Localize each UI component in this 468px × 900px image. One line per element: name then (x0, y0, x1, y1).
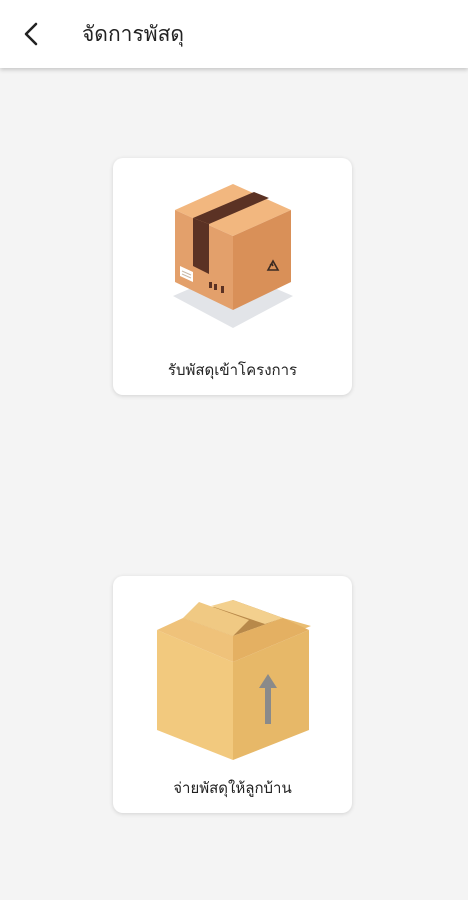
deliver-parcel-card[interactable]: จ่ายพัสดุให้ลูกบ้าน (113, 576, 352, 813)
receive-parcel-card[interactable]: รับพัสดุเข้าโครงการ (113, 158, 352, 395)
parcel-box-taped-icon (173, 184, 293, 328)
open-box-up-arrow-icon (157, 600, 311, 760)
receive-parcel-label: รับพัสดุเข้าโครงการ (167, 361, 298, 379)
chevron-left-icon (24, 22, 38, 46)
page-title: จัดการพัสดุ (82, 21, 185, 46)
app-bar: จัดการพัสดุ (0, 0, 468, 68)
deliver-parcel-label: จ่ายพัสดุให้ลูกบ้าน (173, 779, 292, 797)
back-button[interactable] (14, 16, 50, 52)
